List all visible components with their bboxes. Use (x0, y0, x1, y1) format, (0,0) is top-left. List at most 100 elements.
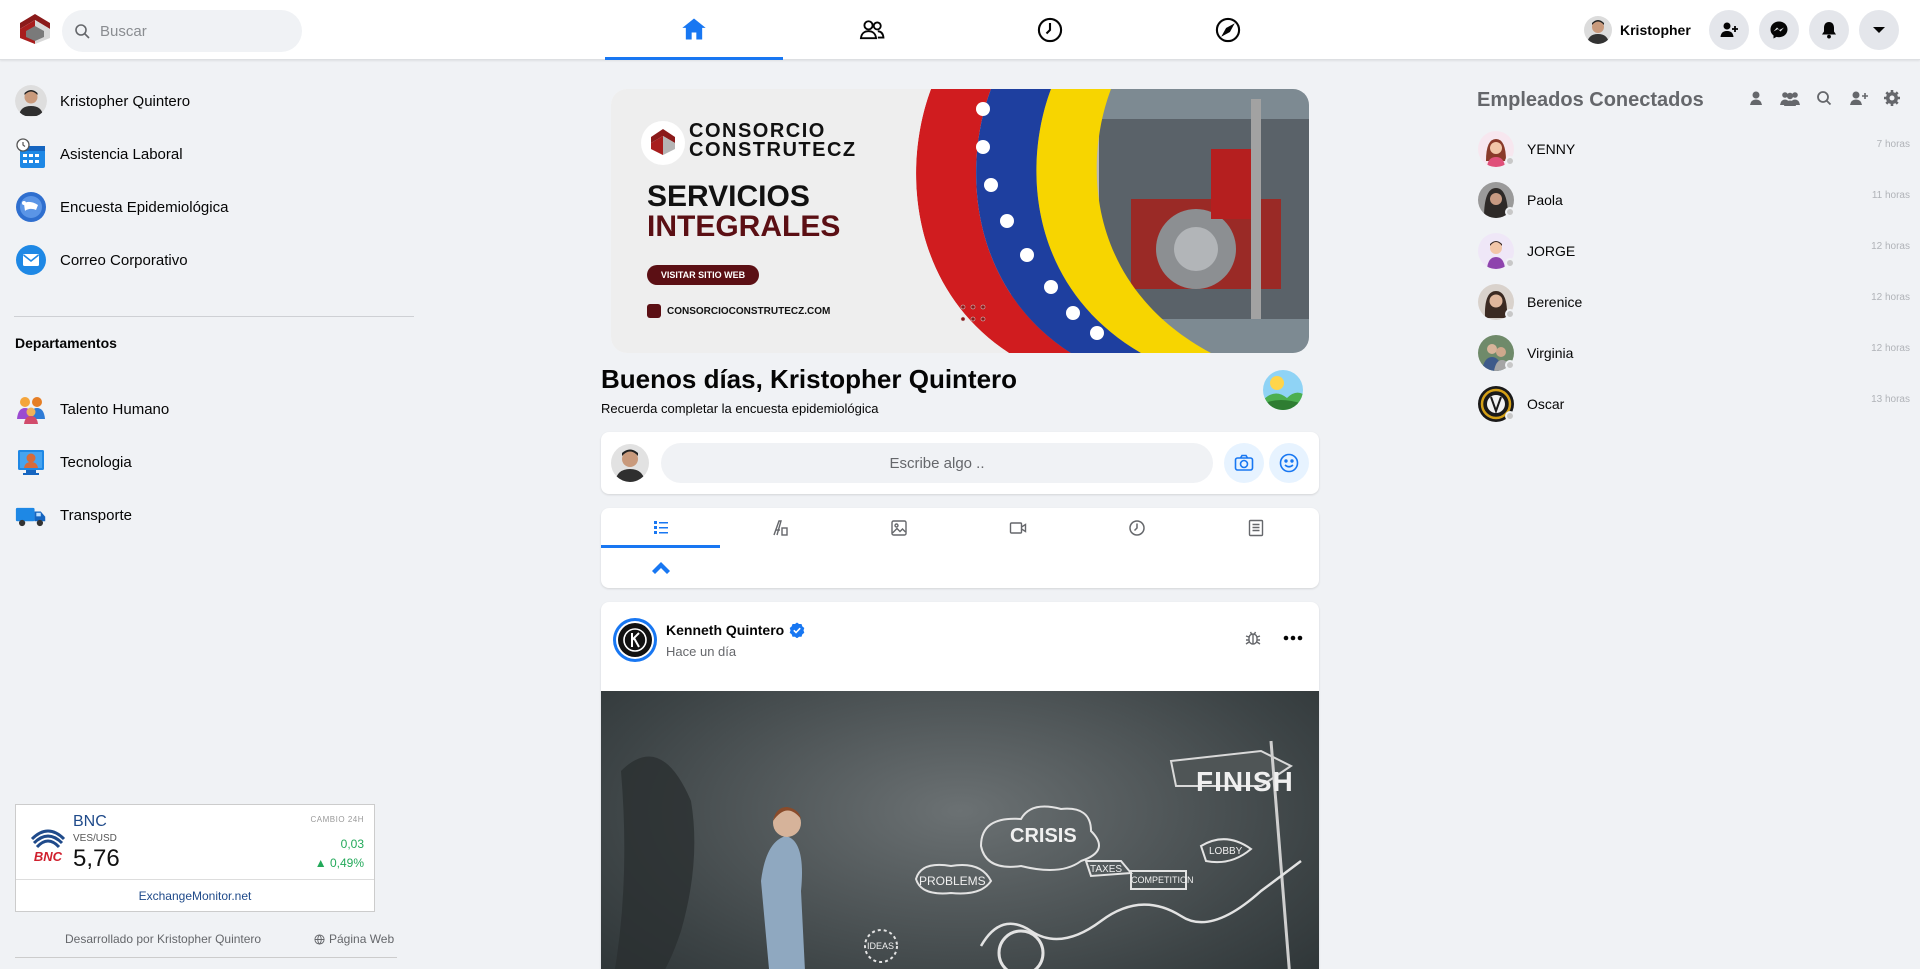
sidebar-divider (14, 316, 414, 317)
gear-icon[interactable] (1881, 89, 1903, 107)
greeting-title: Buenos días, Kristopher Quintero (601, 364, 1018, 394)
image-word-taxes: TAXES (1090, 864, 1123, 875)
tab-friends[interactable] (783, 0, 961, 60)
smiley-icon (1279, 453, 1299, 473)
post-author[interactable]: Kenneth Quintero (666, 622, 805, 638)
caret-down-icon (1873, 27, 1885, 33)
status-dot (1505, 156, 1515, 166)
contact-item[interactable]: YENNY 7 horas (1478, 131, 1910, 171)
home-icon (682, 18, 706, 39)
contact-item[interactable]: JORGE 12 horas (1478, 233, 1910, 273)
departments-title: Departamentos (15, 335, 117, 351)
search-placeholder: Buscar (100, 22, 147, 40)
tab-history[interactable] (961, 0, 1139, 60)
tab-image[interactable] (839, 508, 958, 548)
company-banner[interactable]: CONSORCIO CONSTRUTECZ SERVICIOS INTEGRAL… (611, 89, 1309, 353)
banner-headline: SERVICIOS INTEGRALES (647, 182, 840, 242)
contact-time: 13 horas (1871, 394, 1910, 405)
status-dot (1505, 207, 1515, 217)
post-author-avatar[interactable] (613, 618, 657, 662)
feed-post: Kenneth Quintero Hace un día FINISH CRIS… (601, 602, 1319, 969)
status-dot (1505, 309, 1515, 319)
svg-text:BNC: BNC (34, 849, 63, 864)
contact-item[interactable]: Oscar 13 horas (1478, 386, 1910, 426)
tab-explore[interactable] (1139, 0, 1317, 60)
status-dot (1505, 258, 1515, 268)
messenger-button[interactable] (1759, 10, 1799, 50)
bnc-logo-icon: BNC (28, 821, 68, 867)
tab-video[interactable] (958, 508, 1077, 548)
chevron-up-icon[interactable] (649, 556, 673, 580)
post-image[interactable]: FINISH CRISIS PROBLEMS TAXES COMPETITION… (601, 691, 1319, 969)
contacts-toolbar (1745, 89, 1903, 107)
more-options-icon[interactable] (1281, 628, 1305, 648)
contact-time: 7 horas (1876, 139, 1910, 150)
video-icon (1009, 522, 1026, 534)
notifications-button[interactable] (1809, 10, 1849, 50)
profile-name: Kristopher (1620, 22, 1691, 38)
group-icon[interactable] (1779, 89, 1801, 107)
sidebar-item-tecnologia[interactable]: Tecnologia (14, 445, 132, 479)
banner-cta-button[interactable]: VISITAR SITIO WEB (647, 270, 759, 280)
bank-name: BNC (73, 813, 107, 830)
sidebar-item-survey[interactable]: Encuesta Epidemiológica (14, 190, 228, 224)
tab-event[interactable] (1077, 508, 1196, 548)
sidebar-item-talento-humano[interactable]: Talento Humano (14, 392, 169, 426)
sidebar-item-label: Talento Humano (60, 400, 170, 418)
sidebar-item-label: Kristopher Quintero (60, 92, 191, 110)
user-icon[interactable] (1745, 89, 1767, 107)
search-icon[interactable] (1813, 89, 1835, 107)
post-time: Hace un día (666, 644, 737, 659)
contact-time: 11 horas (1871, 190, 1910, 201)
exchange-monitor-link[interactable]: ExchangeMonitor.net (16, 889, 374, 903)
mail-icon (14, 243, 48, 277)
tab-feed[interactable] (601, 508, 720, 548)
contact-time: 12 horas (1871, 292, 1910, 303)
sidebar-item-attendance[interactable]: Asistencia Laboral (14, 137, 183, 171)
truck-icon (14, 498, 48, 532)
search-input[interactable]: Buscar (62, 10, 302, 52)
sidebar-item-mail[interactable]: Correo Corporativo (14, 243, 188, 277)
website-label: Página Web (329, 932, 395, 946)
change-value: 0,03 (340, 837, 364, 851)
text-icon (772, 520, 788, 536)
contact-name: YENNY (1527, 141, 1576, 157)
website-link[interactable]: Página Web (314, 932, 394, 946)
report-bug-icon[interactable] (1243, 628, 1263, 648)
account-menu-button[interactable] (1859, 10, 1899, 50)
globe-icon (314, 933, 325, 945)
list-icon (653, 520, 668, 534)
sidebar-item-label: Correo Corporativo (60, 251, 188, 269)
banner-brand: CONSORCIO CONSTRUTECZ (689, 121, 857, 160)
greeting-subtitle: Recuerda completar la encuesta epidemiol… (601, 401, 879, 416)
profile-chip[interactable]: Kristopher (1584, 16, 1691, 44)
weather-icon (1263, 370, 1303, 410)
tab-home[interactable] (605, 0, 783, 60)
status-dot (1505, 411, 1515, 421)
contact-item[interactable]: Paola 11 horas (1478, 182, 1910, 222)
tab-document[interactable] (1196, 508, 1315, 548)
tech-icon (14, 445, 48, 479)
widget-divider (16, 879, 374, 880)
photo-button[interactable] (1224, 443, 1264, 483)
status-dot (1505, 360, 1515, 370)
contact-item[interactable]: Virginia 12 horas (1478, 335, 1910, 375)
add-user-icon[interactable] (1847, 89, 1869, 107)
composer-input[interactable]: Escribe algo .. (661, 443, 1213, 483)
company-logo[interactable] (18, 12, 52, 46)
emoji-button[interactable] (1269, 443, 1309, 483)
clock-icon (1037, 17, 1063, 43)
image-word-finish: FINISH (1196, 766, 1294, 797)
footer-divider (15, 957, 397, 958)
sidebar-item-label: Tecnologia (60, 453, 132, 471)
tab-text[interactable] (720, 508, 839, 548)
contact-time: 12 horas (1871, 241, 1910, 252)
verified-icon (789, 622, 805, 638)
contacts-title: Empleados Conectados (1477, 89, 1704, 111)
contact-item[interactable]: Berenice 12 horas (1478, 284, 1910, 324)
sidebar-item-label: Transporte (60, 506, 132, 524)
contact-name: Paola (1527, 192, 1563, 208)
sidebar-item-transporte[interactable]: Transporte (14, 498, 132, 532)
sidebar-item-profile[interactable]: Kristopher Quintero (14, 84, 190, 118)
add-friend-button[interactable] (1709, 10, 1749, 50)
